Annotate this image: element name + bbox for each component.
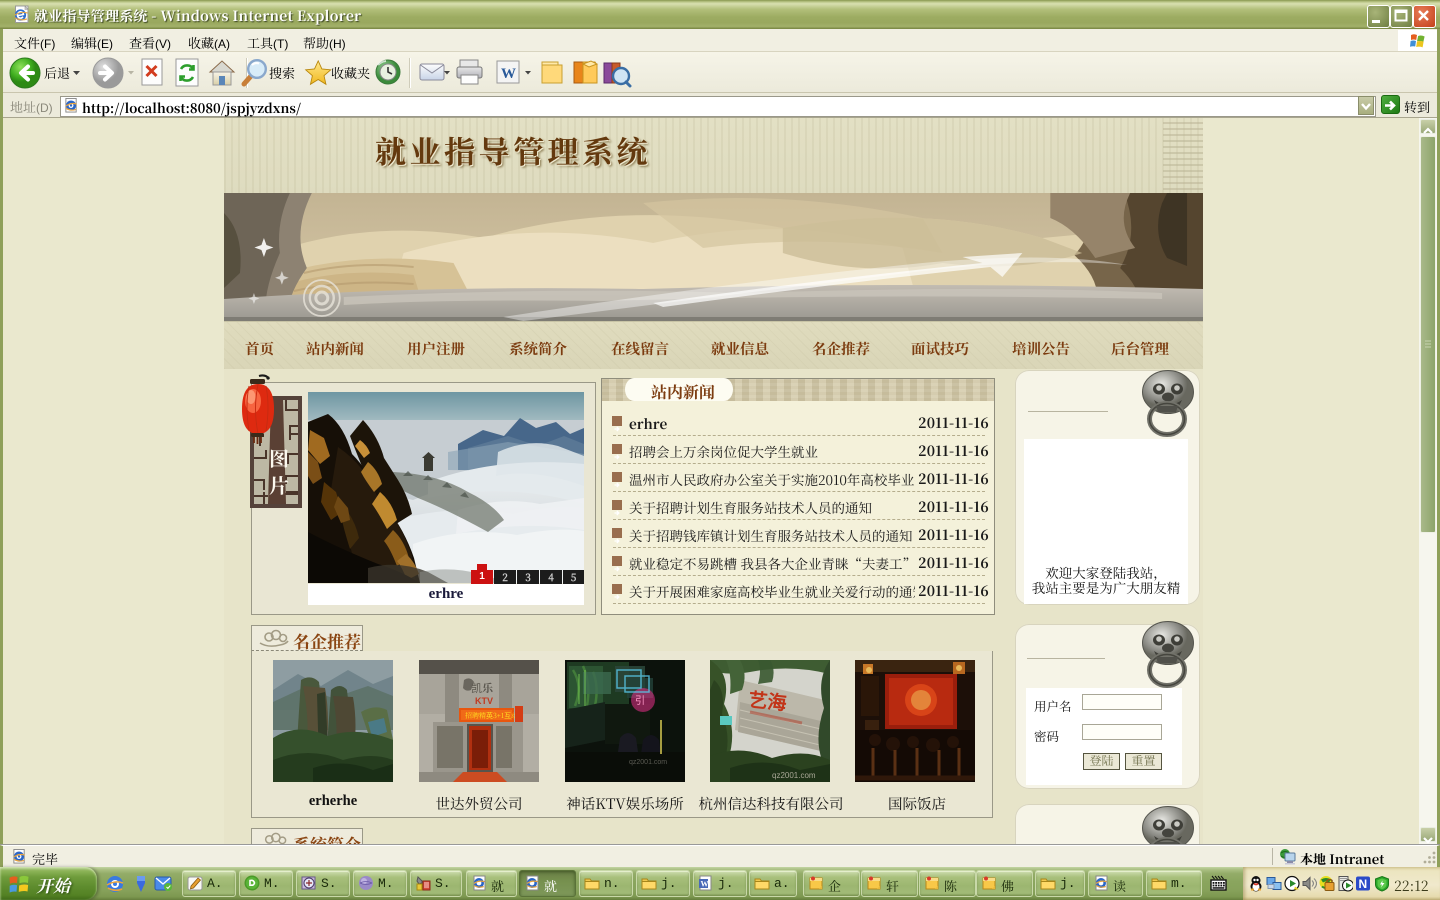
svg-text:qz2001.com: qz2001.com: [629, 759, 667, 766]
svg-text:KTV: KTV: [475, 696, 493, 706]
svg-text:招聘精英3+1互动: 招聘精英3+1互动: [465, 711, 518, 721]
svg-text:N: N: [1359, 877, 1368, 891]
svg-text:W: W: [501, 66, 516, 82]
svg-text:W: W: [701, 880, 709, 889]
svg-text:后退: 后退: [44, 63, 70, 82]
svg-text:引: 引: [635, 692, 645, 707]
svg-text:收藏夹: 收藏夹: [331, 63, 370, 82]
svg-text:搜索: 搜索: [269, 63, 295, 82]
svg-text:qz2001.com: qz2001.com: [772, 771, 816, 780]
svg-text:凯乐: 凯乐: [471, 680, 494, 696]
